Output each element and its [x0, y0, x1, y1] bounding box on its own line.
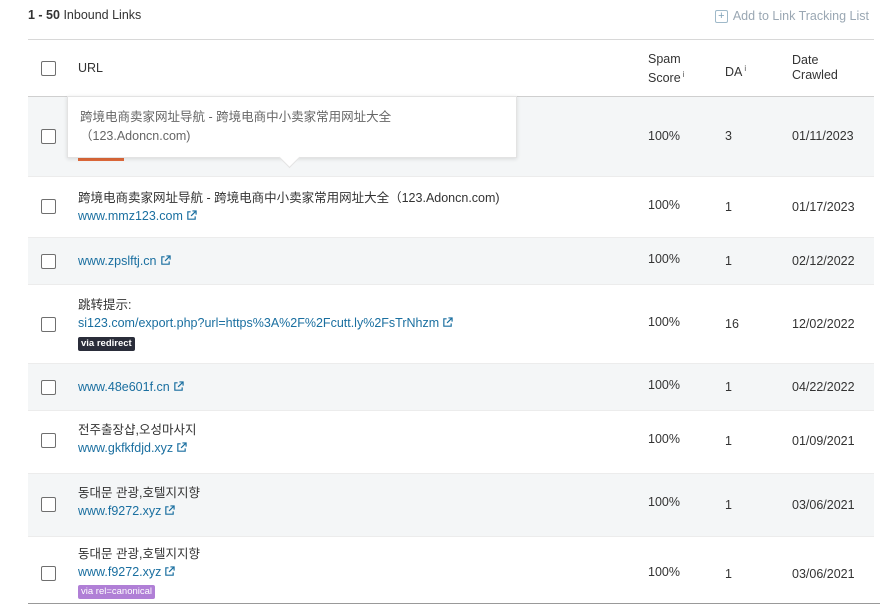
- da-cell: 1: [725, 498, 732, 512]
- link-title: 跨境电商卖家网址导航 - 跨境电商中小卖家常用网址大全（123.Adoncn.c…: [78, 191, 500, 205]
- da-cell: 1: [725, 434, 732, 448]
- link-title: 동대문 관광,호텔지지향: [78, 486, 200, 500]
- via-redirect-badge: via redirect: [78, 337, 135, 351]
- link-url-text[interactable]: www.zpslftj.cn: [78, 254, 157, 268]
- link-url-text[interactable]: www.mmz123.com: [78, 209, 183, 223]
- spam-header-line1: Spam: [648, 52, 681, 66]
- spam-score-cell: 100%: [648, 315, 680, 329]
- link-url[interactable]: www.f9272.xyz: [78, 502, 200, 520]
- tooltip-line2: （123.Adoncn.com): [80, 129, 191, 143]
- spam-score-cell: 100%: [648, 252, 680, 266]
- da-cell: 3: [725, 129, 732, 143]
- link-title: 전주출장샵,오성마사지: [78, 423, 197, 437]
- table-header: URL Spam Score i DA i Date Crawled: [28, 40, 874, 97]
- spam-score-cell: 100%: [648, 495, 680, 509]
- row-checkbox[interactable]: [41, 380, 56, 395]
- external-link-icon[interactable]: [164, 566, 176, 577]
- da-header-label: DA: [725, 65, 743, 80]
- date-cell: 01/17/2023: [792, 200, 855, 214]
- plus-icon: +: [714, 9, 728, 23]
- da-cell: 1: [725, 567, 732, 581]
- da-cell: 1: [725, 380, 732, 394]
- title-tooltip: 跨境电商卖家网址导航 - 跨境电商中小卖家常用网址大全 （123.Adoncn.…: [67, 96, 517, 169]
- link-title: 跳转提示:: [78, 298, 132, 312]
- spam-score-cell: 100%: [648, 378, 680, 392]
- row-checkbox[interactable]: [41, 317, 56, 332]
- link-url-text[interactable]: www.gkfkfdjd.xyz: [78, 441, 173, 455]
- add-to-tracking-button[interactable]: + Add to Link Tracking List: [714, 9, 869, 23]
- row-checkbox[interactable]: [41, 199, 56, 214]
- row-checkbox[interactable]: [41, 566, 56, 581]
- row-checkbox[interactable]: [41, 433, 56, 448]
- spam-score-cell: 100%: [648, 129, 680, 143]
- link-url[interactable]: www.f9272.xyz: [78, 563, 200, 581]
- tooltip-line1: 跨境电商卖家网址导航 - 跨境电商中小卖家常用网址大全: [80, 110, 392, 124]
- link-url-text[interactable]: si123.com/export.php?url=https%3A%2F%2Fc…: [78, 316, 439, 330]
- table-row: www.zpslftj.cn 100% 1 02/12/2022: [28, 238, 874, 285]
- table-row: 跳转提示: si123.com/export.php?url=https%3A%…: [28, 285, 874, 364]
- external-link-icon[interactable]: [442, 317, 453, 328]
- results-header: 1 - 50 Inbound Links + Add to Link Track…: [0, 0, 880, 40]
- select-all-checkbox[interactable]: [41, 61, 56, 76]
- info-icon[interactable]: i: [683, 70, 685, 79]
- row-checkbox[interactable]: [41, 129, 56, 144]
- link-url[interactable]: si123.com/export.php?url=https%3A%2F%2Fc…: [78, 314, 453, 332]
- external-link-icon[interactable]: [186, 210, 197, 221]
- link-url[interactable]: www.48e601f.cn: [78, 378, 184, 396]
- results-range: 1 - 50: [28, 8, 60, 22]
- column-da[interactable]: DA i: [725, 61, 746, 80]
- date-cell: 01/09/2021: [792, 434, 855, 448]
- date-cell: 02/12/2022: [792, 254, 855, 268]
- external-link-icon[interactable]: [160, 255, 171, 266]
- column-date-crawled[interactable]: Date Crawled: [792, 53, 838, 83]
- link-url-text[interactable]: www.f9272.xyz: [78, 565, 161, 579]
- table-row: 전주출장샵,오성마사지 www.gkfkfdjd.xyz 100% 1 01/0…: [28, 411, 874, 474]
- date-cell: 12/02/2022: [792, 317, 855, 331]
- date-cell: 03/06/2021: [792, 567, 855, 581]
- date-header-line2: Crawled: [792, 68, 838, 82]
- link-url-text[interactable]: www.f9272.xyz: [78, 504, 161, 518]
- da-cell: 16: [725, 317, 739, 331]
- table-row: 동대문 관광,호텔지지향 www.f9272.xyz 100% 1 03/06/…: [28, 474, 874, 537]
- external-link-icon[interactable]: [176, 442, 187, 453]
- table-bottom-border: [28, 603, 880, 604]
- column-spam-score[interactable]: Spam Score i: [648, 52, 684, 86]
- date-cell: 01/11/2023: [792, 129, 854, 143]
- accent-underline: [78, 158, 124, 161]
- da-cell: 1: [725, 254, 732, 268]
- link-url[interactable]: www.gkfkfdjd.xyz: [78, 439, 196, 457]
- link-title: 동대문 관광,호텔지지향: [78, 547, 200, 561]
- spam-score-cell: 100%: [648, 432, 680, 446]
- via-canonical-badge: via rel=canonical: [78, 585, 156, 599]
- external-link-icon[interactable]: [164, 505, 176, 516]
- spam-score-cell: 100%: [648, 565, 680, 579]
- results-label: Inbound Links: [63, 8, 142, 22]
- da-cell: 1: [725, 200, 732, 214]
- results-count: 1 - 50 Inbound Links: [28, 8, 141, 22]
- link-url[interactable]: www.zpslftj.cn: [78, 252, 171, 270]
- table-row: www.48e601f.cn 100% 1 04/22/2022: [28, 364, 874, 411]
- row-checkbox[interactable]: [41, 497, 56, 512]
- link-url[interactable]: www.mmz123.com: [78, 207, 500, 225]
- row-checkbox[interactable]: [41, 254, 56, 269]
- date-cell: 03/06/2021: [792, 498, 855, 512]
- column-url[interactable]: URL: [78, 61, 103, 76]
- external-link-icon[interactable]: [173, 381, 184, 392]
- table-row: 동대문 관광,호텔지지향 www.f9272.xyz via rel=canon…: [28, 537, 874, 607]
- link-url-text[interactable]: www.48e601f.cn: [78, 380, 170, 394]
- add-to-tracking-label: Add to Link Tracking List: [732, 9, 869, 23]
- date-cell: 04/22/2022: [792, 380, 855, 394]
- date-header-line1: Date: [792, 53, 819, 67]
- spam-score-cell: 100%: [648, 198, 680, 212]
- info-icon[interactable]: i: [744, 64, 746, 73]
- table-row: 跨境电商卖家网址导航 - 跨境电商中小卖家常用网址大全（123.Adoncn.c…: [28, 177, 874, 238]
- spam-header-line2: Score: [648, 71, 681, 86]
